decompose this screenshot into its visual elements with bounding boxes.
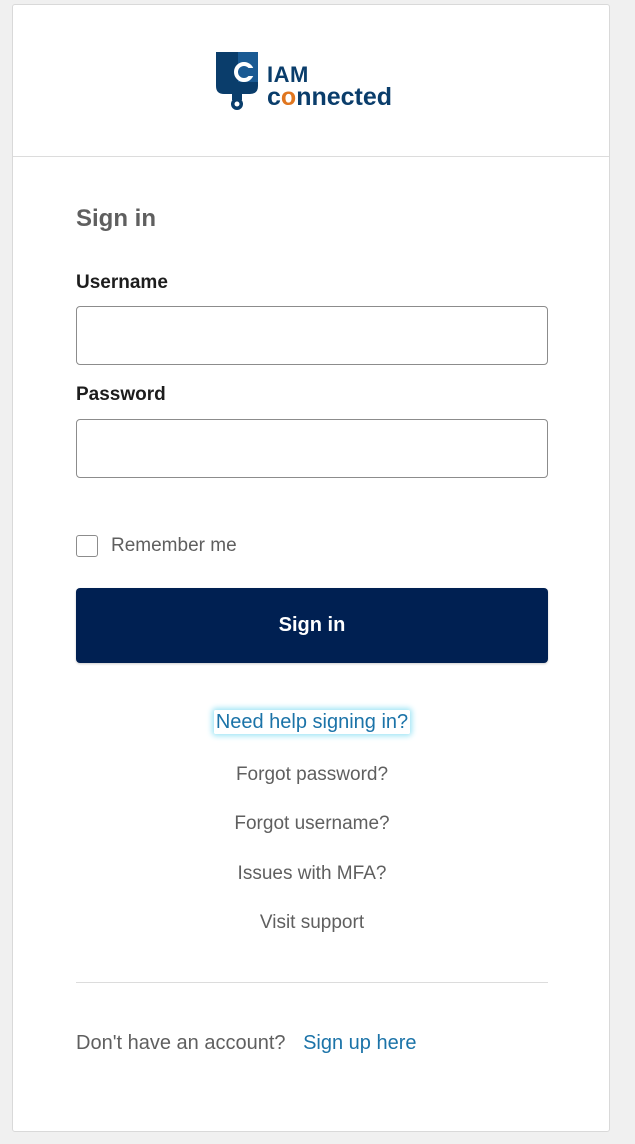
remember-me-checkbox[interactable] [76, 535, 98, 557]
logo-wordmark: IAM connected [267, 64, 392, 110]
sign-in-button[interactable]: Sign in [76, 588, 548, 663]
signup-row: Don't have an account? Sign up here [76, 1032, 417, 1055]
logo-mark-icon [216, 52, 258, 110]
card-header: IAM connected [13, 5, 609, 157]
username-label: Username [76, 272, 168, 293]
logo-line-2-prefix: c [267, 83, 281, 111]
remember-me[interactable]: Remember me [76, 535, 237, 557]
logo-line-2-accent: o [280, 83, 297, 111]
remember-me-label[interactable]: Remember me [111, 535, 237, 557]
password-field[interactable] [76, 419, 548, 478]
login-card: IAM connected Sign in Username Password … [12, 4, 610, 1132]
logo-line-2-suffix: nnected [296, 83, 393, 111]
forgot-username-link[interactable]: Forgot username? [76, 813, 548, 835]
help-heading: Need help signing in? [76, 710, 548, 734]
username-field[interactable] [76, 306, 548, 365]
divider [76, 982, 548, 983]
signup-prompt: Don't have an account? [76, 1032, 286, 1054]
need-help-link[interactable]: Need help signing in? [213, 710, 411, 734]
page-title: Sign in [76, 205, 156, 232]
forgot-password-link[interactable]: Forgot password? [76, 764, 548, 786]
password-label: Password [76, 384, 166, 405]
issues-mfa-link[interactable]: Issues with MFA? [76, 863, 548, 885]
sign-up-link[interactable]: Sign up here [303, 1032, 416, 1054]
logo-line-2: connected [267, 85, 392, 110]
brand-logo: IAM connected [212, 48, 412, 112]
visit-support-link[interactable]: Visit support [76, 912, 548, 934]
